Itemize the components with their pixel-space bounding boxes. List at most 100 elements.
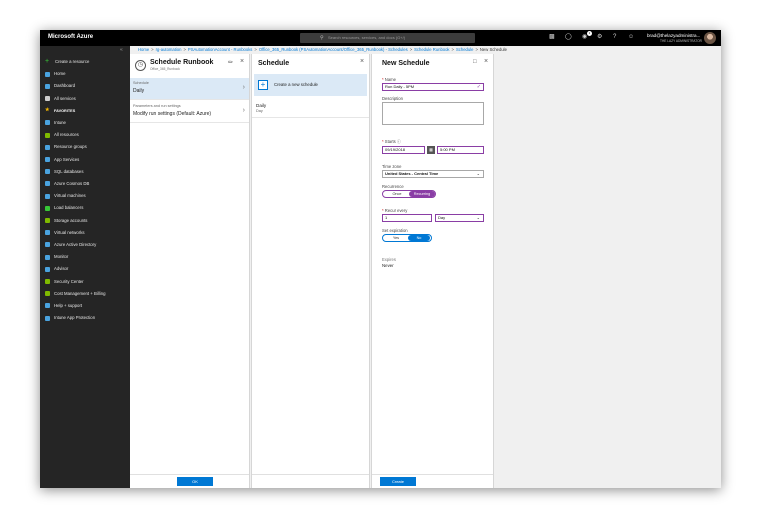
sidebar-item-virtual-machines[interactable]: Virtual machines (45, 191, 86, 201)
sidebar-item-all-services[interactable]: All services (45, 94, 76, 104)
schedule-value: Daily (133, 88, 145, 94)
breadcrumb-item[interactable]: Schedule (456, 47, 473, 52)
create-button[interactable]: Create (380, 477, 416, 486)
close-icon[interactable]: × (360, 58, 364, 65)
sidebar-item-label: Dashboard (54, 83, 76, 89)
search-input[interactable]: ⚲ Search resources, services, and docs (… (300, 33, 475, 43)
breadcrumb: Home > rg-automation > PSAutomationAccount -… (138, 47, 507, 52)
settings-gear-icon[interactable]: ⚙ (597, 33, 602, 42)
description-label: Description (382, 96, 403, 101)
brand-title[interactable]: Microsoft Azure (48, 34, 93, 40)
cloud-shell-icon[interactable]: ▩ (549, 33, 555, 42)
name-input[interactable]: Run Daily - 5PM ✓ (382, 83, 484, 91)
sidebar-item-intune[interactable]: Intune (45, 118, 66, 128)
sidebar-item-app-services[interactable]: App Services (45, 155, 79, 165)
collapse-sidebar-icon[interactable]: « (120, 47, 123, 53)
sidebar-item-cost-management-billing[interactable]: Cost Management + Billing (45, 289, 105, 299)
resource-groups-icon (45, 144, 50, 150)
sidebar-item-intune-app-protection[interactable]: Intune App Protection (45, 313, 95, 323)
help-icon[interactable]: ? (613, 33, 616, 42)
maximize-icon[interactable]: □ (473, 59, 477, 65)
user-org: THE LAZY ADMINISTRATOR (660, 39, 702, 43)
breadcrumb-item[interactable]: PSAutomationAccount - Runbooks (188, 47, 252, 52)
sidebar-item-label: Azure Cosmos DB (54, 181, 90, 186)
schedule-name: Daily (256, 103, 267, 108)
starts-label: * Starts ⓘ (382, 139, 401, 144)
pin-icon[interactable]: ✏ (228, 59, 233, 66)
help-icon (45, 303, 50, 309)
expiration-toggle[interactable]: Yes No (382, 234, 432, 242)
calendar-icon[interactable]: ▦ (427, 146, 435, 154)
schedule-list-item[interactable]: Daily Day (252, 100, 369, 118)
parameters-row[interactable]: Parameters and run settings Modify run s… (130, 101, 249, 123)
create-new-schedule-button[interactable]: + Create a new schedule (254, 74, 367, 96)
sidebar-item-virtual-networks[interactable]: Virtual networks (45, 228, 85, 238)
blade-title: Schedule Runbook (150, 59, 214, 66)
shield-icon (45, 278, 50, 284)
sidebar-item-label: Create a resource (55, 59, 90, 64)
feedback-smiley-icon[interactable]: ☺ (628, 33, 634, 42)
advisor-icon (45, 266, 50, 272)
recurrence-toggle[interactable]: Once Recurring (382, 190, 436, 198)
recurrence-recurring-option[interactable]: Recurring (409, 191, 435, 197)
sidebar-item-sql-databases[interactable]: SQL databases (45, 167, 83, 177)
breadcrumb-item[interactable]: rg-automation (156, 47, 182, 52)
user-email[interactable]: brad@thelazyadministra... (647, 33, 700, 38)
recurrence-once-option[interactable]: Once (386, 191, 408, 197)
sidebar-item-monitor[interactable]: Monitor (45, 252, 68, 262)
sidebar-item-azure-active-directory[interactable]: Azure Active Directory (45, 240, 96, 250)
sidebar-item-dashboard[interactable]: Dashboard (45, 81, 75, 91)
workspace-background (495, 54, 721, 488)
avatar[interactable] (704, 32, 716, 44)
sidebar-item-create-a-resource[interactable]: + Create a resource (45, 57, 89, 67)
sidebar-item-azure-cosmos-db[interactable]: Azure Cosmos DB (45, 179, 89, 189)
sidebar-item-label: Help + support (54, 303, 83, 308)
sidebar-item-home[interactable]: Home (45, 69, 65, 79)
schedule-label: Schedule (133, 81, 149, 85)
breadcrumb-item[interactable]: Office_365_Runbook (PSAutomationAccount/… (259, 47, 408, 52)
vm-icon (45, 193, 50, 199)
sidebar-item-all-resources[interactable]: All resources (45, 130, 79, 140)
schedule-runbook-blade: ◷ Schedule Runbook Office_365_Runbook ✏ … (130, 54, 250, 488)
sql-icon (45, 169, 50, 175)
ok-button[interactable]: OK (177, 477, 213, 486)
sidebar-item-security-center[interactable]: Security Center (45, 277, 84, 287)
sidebar-item-help-support[interactable]: Help + support (45, 301, 82, 311)
sidebar-item-resource-groups[interactable]: Resource groups (45, 142, 87, 152)
recur-every-input[interactable]: 1 (382, 214, 432, 222)
sidebar-item-label: Security Center (54, 278, 84, 284)
sidebar-item-advisor[interactable]: Advisor (45, 264, 68, 274)
top-bar: Microsoft Azure ⚲ Search resources, serv… (40, 30, 721, 46)
breadcrumb-item[interactable]: Schedule Runbook (414, 47, 449, 52)
close-icon[interactable]: × (240, 58, 244, 65)
sidebar-item-load-balancers[interactable]: Load balancers (45, 203, 83, 213)
breadcrumb-item[interactable]: Home (138, 47, 149, 52)
expiration-no-option[interactable]: No (408, 235, 430, 241)
info-icon: ⓘ (396, 139, 401, 144)
close-icon[interactable]: × (484, 58, 488, 65)
blade-footer: Create (372, 474, 493, 488)
create-schedule-label: Create a new schedule (274, 82, 318, 87)
sidebar-item-storage-accounts[interactable]: Storage accounts (45, 216, 87, 226)
blade-subtitle: Office_365_Runbook (150, 67, 180, 71)
valid-check-icon: ✓ (476, 84, 481, 90)
new-schedule-blade: New Schedule □ × * Name Run Daily - 5PM ✓… (371, 54, 494, 488)
breadcrumb-current: New Schedule (479, 47, 507, 52)
sidebar: « + Create a resource Home Dashboard All ser… (40, 46, 130, 488)
blade-footer (252, 474, 369, 488)
expiration-yes-option[interactable]: Yes (386, 235, 406, 241)
load-balancer-icon (45, 205, 50, 211)
start-time-input[interactable]: 5:00 PM (437, 146, 484, 154)
recur-unit-select[interactable]: Day ⌄ (435, 214, 484, 222)
aad-icon (45, 242, 50, 248)
start-date-input[interactable]: 09/19/2018 (382, 146, 425, 154)
schedule-row[interactable]: Schedule Daily › (130, 78, 249, 100)
description-textarea[interactable] (382, 102, 484, 125)
sidebar-item-favorites: ★ FAVORITES (45, 106, 75, 116)
cost-icon (45, 291, 50, 297)
directory-filter-icon[interactable]: ◯ (565, 33, 572, 42)
expires-value: Never (382, 263, 394, 268)
sidebar-item-label: All services (54, 95, 76, 101)
app-services-icon (45, 156, 50, 162)
timezone-select[interactable]: United States - Central Time ⌄ (382, 170, 484, 178)
